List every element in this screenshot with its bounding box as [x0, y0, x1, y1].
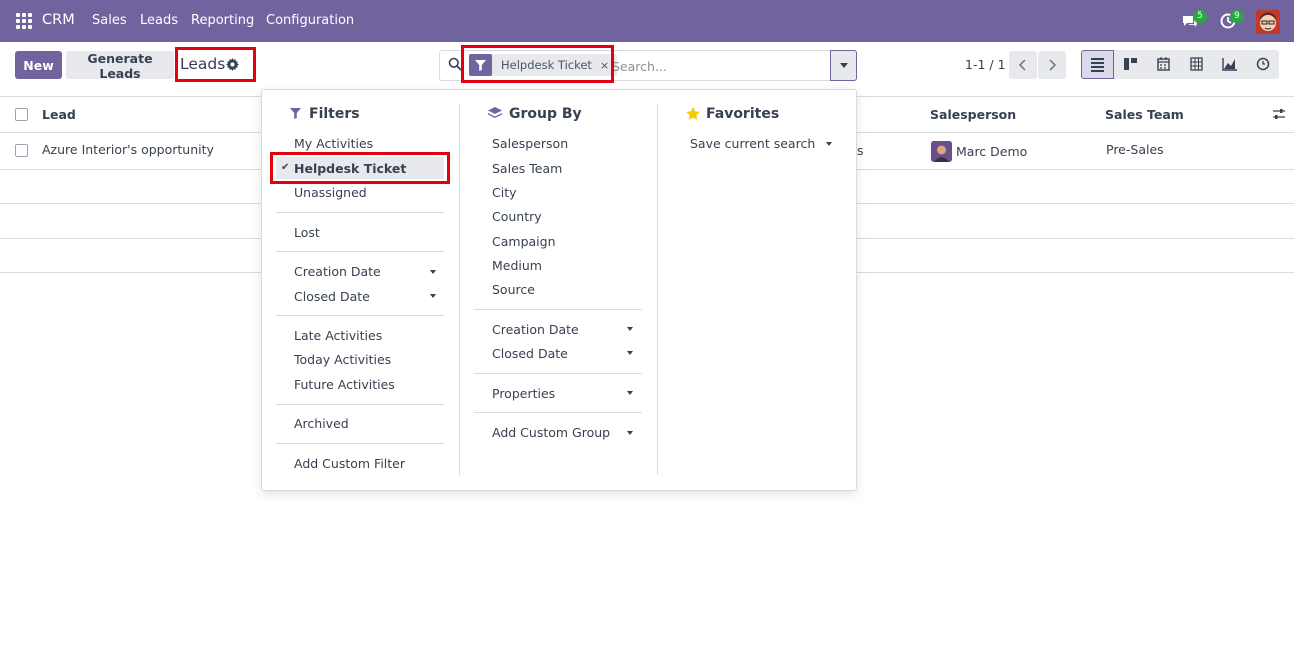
filter-lost[interactable]: Lost: [294, 225, 320, 240]
search-input[interactable]: [612, 56, 822, 76]
group-by-title: Group By: [509, 106, 582, 122]
groupby-sales-team[interactable]: Sales Team: [492, 161, 562, 176]
user-avatar[interactable]: [1256, 10, 1280, 34]
filter-creation-date[interactable]: Creation Date: [294, 264, 381, 279]
groupby-separator: [474, 412, 642, 413]
app-brand[interactable]: CRM: [42, 12, 75, 28]
column-divider: [459, 104, 460, 475]
search-icon[interactable]: [448, 57, 462, 71]
groupby-closed-date[interactable]: Closed Date: [492, 346, 568, 361]
add-custom-filter[interactable]: Add Custom Filter: [294, 456, 405, 471]
filter-future-activities[interactable]: Future Activities: [294, 377, 395, 392]
caret-down-icon: [430, 294, 436, 298]
filter-separator: [276, 212, 444, 213]
salesperson-avatar: [931, 141, 952, 162]
pivot-icon: [1190, 57, 1203, 71]
search-facet[interactable]: Helpdesk Ticket ×: [469, 54, 618, 76]
groupby-separator: [474, 309, 642, 310]
cell-partial-hidden: s: [857, 143, 864, 158]
groupby-country[interactable]: Country: [492, 209, 542, 224]
select-all-checkbox[interactable]: [15, 108, 28, 121]
groupby-creation-date[interactable]: Creation Date: [492, 322, 579, 337]
filter-funnel-icon: [290, 108, 301, 119]
optional-columns-icon[interactable]: [1272, 108, 1286, 121]
caret-down-icon: [430, 270, 436, 274]
column-header-salesperson[interactable]: Salesperson: [930, 107, 1016, 122]
pager-next-button[interactable]: [1038, 51, 1066, 79]
menu-leads[interactable]: Leads: [140, 13, 178, 28]
filter-unassigned[interactable]: Unassigned: [294, 185, 367, 200]
filter-closed-date[interactable]: Closed Date: [294, 289, 370, 304]
menu-reporting[interactable]: Reporting: [191, 13, 254, 28]
search-panel-toggle[interactable]: [830, 50, 857, 81]
view-activity-button[interactable]: [1246, 50, 1279, 79]
list-icon: [1091, 58, 1104, 72]
groupby-salesperson[interactable]: Salesperson: [492, 136, 568, 151]
caret-down-icon: [840, 63, 848, 68]
breadcrumb-leads: Leads: [180, 55, 226, 73]
column-header-lead[interactable]: Lead: [42, 107, 76, 122]
layers-icon: [488, 107, 502, 118]
menu-sales[interactable]: Sales: [92, 13, 127, 28]
column-divider: [657, 104, 658, 475]
caret-down-icon: [627, 351, 633, 355]
facet-label: Helpdesk Ticket: [501, 58, 592, 72]
view-kanban-button[interactable]: [1114, 50, 1147, 79]
gear-icon[interactable]: [226, 58, 239, 71]
save-current-search[interactable]: Save current search: [690, 136, 815, 151]
calendar-icon: [1157, 57, 1170, 71]
add-custom-group[interactable]: Add Custom Group: [492, 425, 610, 440]
kanban-icon: [1124, 58, 1137, 70]
caret-down-icon: [627, 391, 633, 395]
filter-late-activities[interactable]: Late Activities: [294, 328, 382, 343]
favorites-title: Favorites: [706, 106, 780, 122]
groupby-separator: [474, 373, 642, 374]
filter-today-activities[interactable]: Today Activities: [294, 352, 391, 367]
view-pivot-button[interactable]: [1180, 50, 1213, 79]
view-calendar-button[interactable]: [1147, 50, 1180, 79]
filter-separator: [276, 315, 444, 316]
column-header-sales-team[interactable]: Sales Team: [1105, 107, 1184, 122]
new-button[interactable]: New: [15, 51, 62, 79]
graph-icon: [1222, 58, 1237, 71]
cell-lead[interactable]: Azure Interior's opportunity: [42, 142, 214, 157]
generate-leads-button[interactable]: Generate Leads: [66, 51, 174, 81]
view-list-button[interactable]: [1081, 50, 1114, 79]
filter-archived[interactable]: Archived: [294, 416, 349, 431]
activities-badge: 9: [1230, 10, 1244, 23]
filter-helpdesk-ticket[interactable]: Helpdesk Ticket: [294, 161, 406, 176]
star-icon: [686, 107, 700, 120]
groupby-properties[interactable]: Properties: [492, 386, 555, 401]
checkmark-icon: ✔: [281, 162, 290, 173]
menu-configuration[interactable]: Configuration: [266, 13, 354, 28]
filter-separator: [276, 251, 444, 252]
pager-previous-button[interactable]: [1009, 51, 1037, 79]
groupby-medium[interactable]: Medium: [492, 258, 542, 273]
cell-salesperson: Marc Demo: [956, 144, 1028, 159]
view-graph-button[interactable]: [1213, 50, 1246, 79]
filters-title: Filters: [309, 106, 360, 122]
activity-icon: [1256, 57, 1270, 71]
filter-separator: [276, 404, 444, 405]
groupby-campaign[interactable]: Campaign: [492, 234, 556, 249]
top-navbar: CRM Sales Leads Reporting Configuration …: [0, 0, 1294, 42]
caret-down-icon: [627, 431, 633, 435]
caret-down-icon: [627, 327, 633, 331]
groupby-source[interactable]: Source: [492, 282, 535, 297]
caret-down-icon: [826, 142, 832, 146]
groupby-city[interactable]: City: [492, 185, 517, 200]
row-checkbox[interactable]: [15, 144, 28, 157]
filter-separator: [276, 443, 444, 444]
pager-value[interactable]: 1-1 / 1: [965, 57, 1006, 72]
apps-menu-icon[interactable]: [16, 13, 32, 29]
messages-badge: 5: [1193, 10, 1207, 23]
cell-sales-team: Pre-Sales: [1106, 142, 1164, 157]
filter-funnel-icon: [469, 54, 492, 76]
filter-my-activities[interactable]: My Activities: [294, 136, 373, 151]
